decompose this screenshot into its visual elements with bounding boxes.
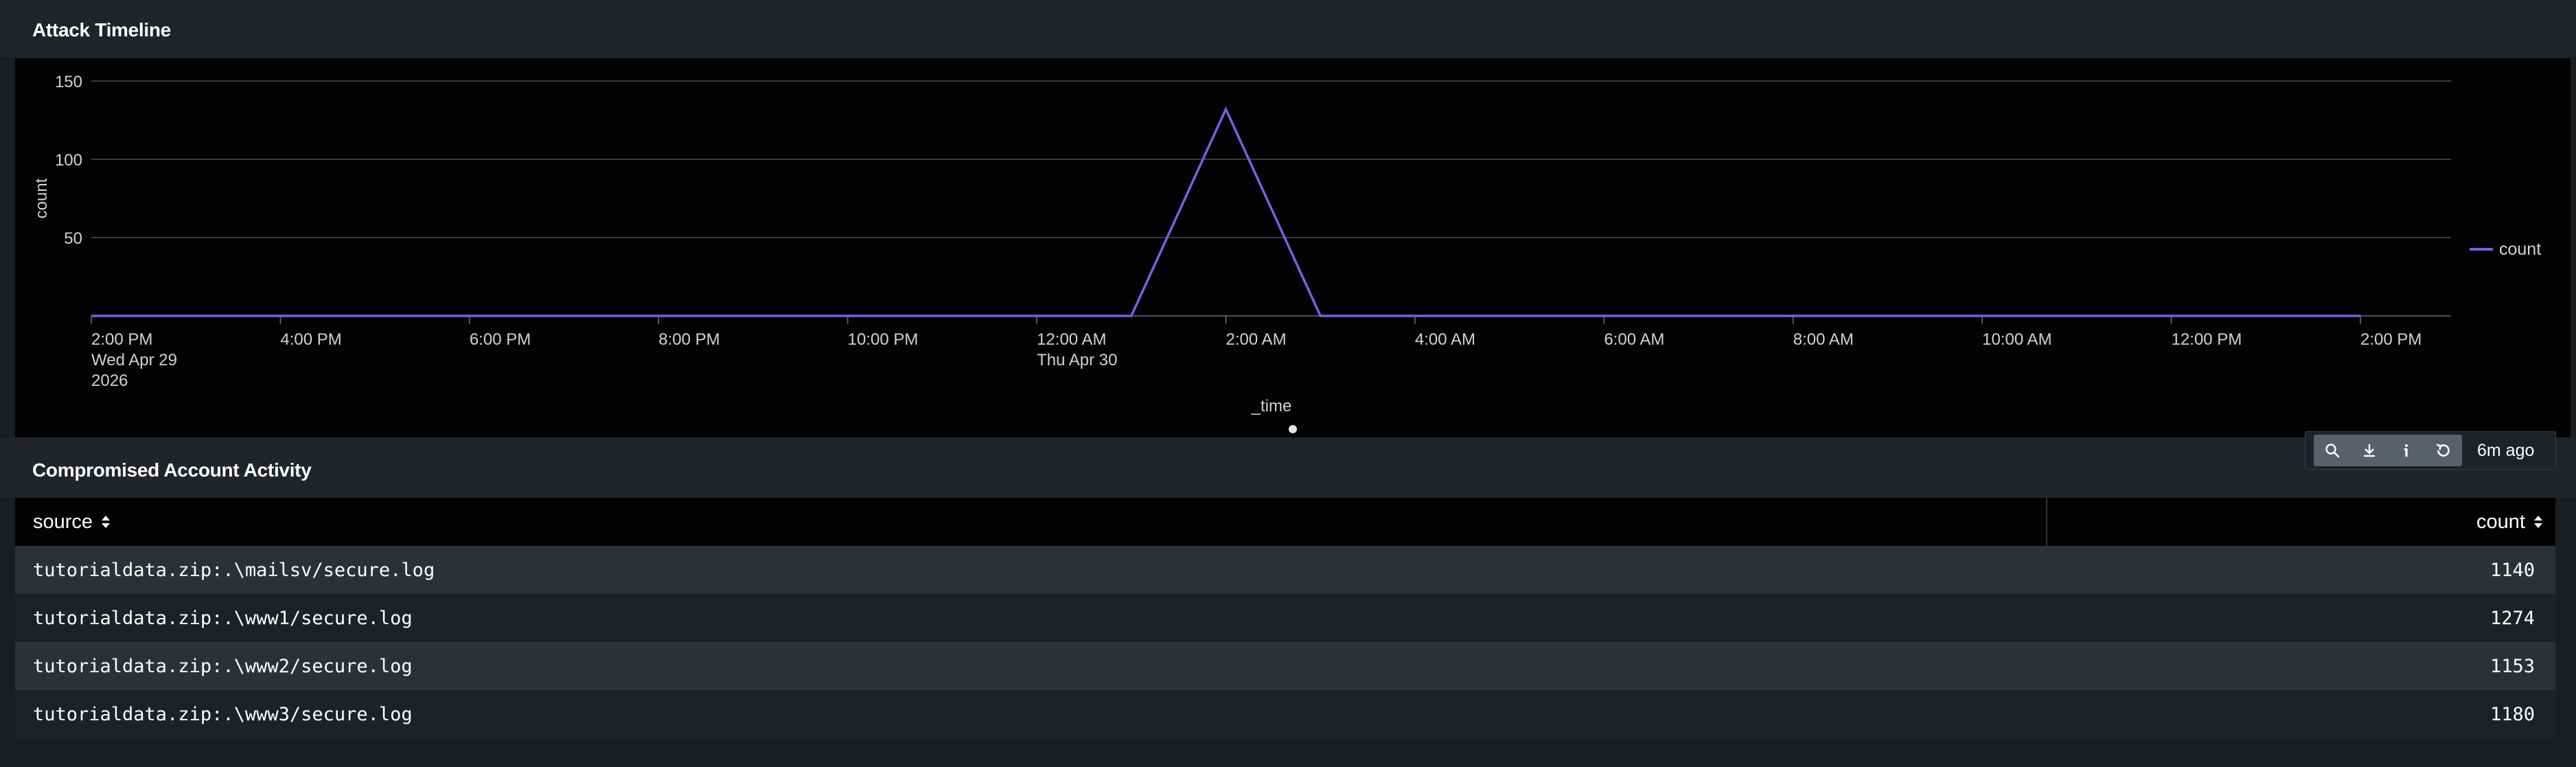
x-tick-label: 6:00 AM (1604, 330, 1664, 349)
table-row[interactable]: tutorialdata.zip:.\mailsv/secure.log 114… (15, 546, 2555, 594)
last-updated-label: 6m ago (2477, 440, 2535, 460)
cell-source: tutorialdata.zip:.\mailsv/secure.log (33, 559, 435, 581)
y-tick-label: 50 (64, 229, 82, 248)
chart-svg: 150 100 50 2:00 PM Wed Apr 29 2026 4:00 PM 6:00… (32, 73, 2541, 433)
info-icon[interactable] (2388, 435, 2425, 466)
y-axis-title: count (32, 178, 51, 218)
pagination-dot (1289, 425, 1297, 433)
x-tick-label: Wed Apr 29 (91, 351, 177, 369)
panel-toolbar: 6m ago (2305, 431, 2556, 470)
x-tick-label: 2026 (91, 371, 128, 390)
x-tick-label: 12:00 PM (2172, 330, 2242, 349)
cell-source: tutorialdata.zip:.\www3/secure.log (33, 703, 413, 725)
x-tick-label: 2:00 PM (91, 330, 152, 349)
cell-count: 1274 (2489, 607, 2535, 629)
compromised-account-table: source count tutorialdata.zip:.\mailsv/s… (15, 498, 2555, 738)
table-header: source count (15, 498, 2555, 546)
cell-count: 1180 (2489, 703, 2535, 725)
y-tick-label: 150 (55, 73, 82, 91)
sort-icon[interactable] (2533, 514, 2543, 529)
attack-timeline-title: Attack Timeline (32, 19, 171, 41)
compromised-account-header: Compromised Account Activity (0, 437, 2576, 498)
x-tick-label: 2:00 AM (1226, 330, 1287, 349)
search-icon[interactable] (2314, 435, 2351, 466)
cell-count: 1153 (2489, 655, 2535, 677)
column-header-source[interactable]: source (15, 498, 2047, 546)
column-header-source-label: source (33, 510, 93, 533)
x-tick-label: Thu Apr 30 (1037, 351, 1117, 369)
series-line-count (91, 106, 2360, 317)
table-row[interactable]: tutorialdata.zip:.\www2/secure.log 1153 (15, 642, 2555, 690)
x-tick-label: 6:00 PM (470, 330, 531, 349)
cell-source: tutorialdata.zip:.\www1/secure.log (33, 607, 413, 629)
attack-timeline-header: Attack Timeline (0, 0, 2576, 58)
y-tick-label: 100 (55, 151, 82, 170)
x-tick-label: 4:00 AM (1415, 330, 1475, 349)
column-header-count[interactable]: count (2047, 498, 2555, 546)
x-tick-label: 8:00 AM (1793, 330, 1854, 349)
cell-count: 1140 (2489, 559, 2535, 581)
x-tick-label: 10:00 PM (848, 330, 919, 349)
compromised-account-title: Compromised Account Activity (32, 459, 312, 481)
sort-icon[interactable] (101, 514, 111, 529)
x-tick-label: 4:00 PM (280, 330, 341, 349)
x-axis-title: _time (1251, 397, 1292, 415)
column-header-count-label: count (2476, 510, 2525, 533)
attack-timeline-chart: 150 100 50 2:00 PM Wed Apr 29 2026 4:00 PM 6:00… (15, 58, 2571, 437)
refresh-icon[interactable] (2425, 435, 2462, 466)
x-tick-label: 8:00 PM (658, 330, 720, 349)
toolbar-buttons (2314, 435, 2462, 466)
legend-label[interactable]: count (2499, 240, 2541, 259)
x-tick-label: 10:00 AM (1982, 330, 2051, 349)
x-tick-label: 2:00 PM (2360, 330, 2422, 349)
table-row[interactable]: tutorialdata.zip:.\www1/secure.log 1274 (15, 594, 2555, 642)
download-icon[interactable] (2351, 435, 2388, 466)
cell-source: tutorialdata.zip:.\www2/secure.log (33, 655, 413, 677)
x-tick-label: 12:00 AM (1037, 330, 1106, 349)
table-row[interactable]: tutorialdata.zip:.\www3/secure.log 1180 (15, 690, 2555, 738)
